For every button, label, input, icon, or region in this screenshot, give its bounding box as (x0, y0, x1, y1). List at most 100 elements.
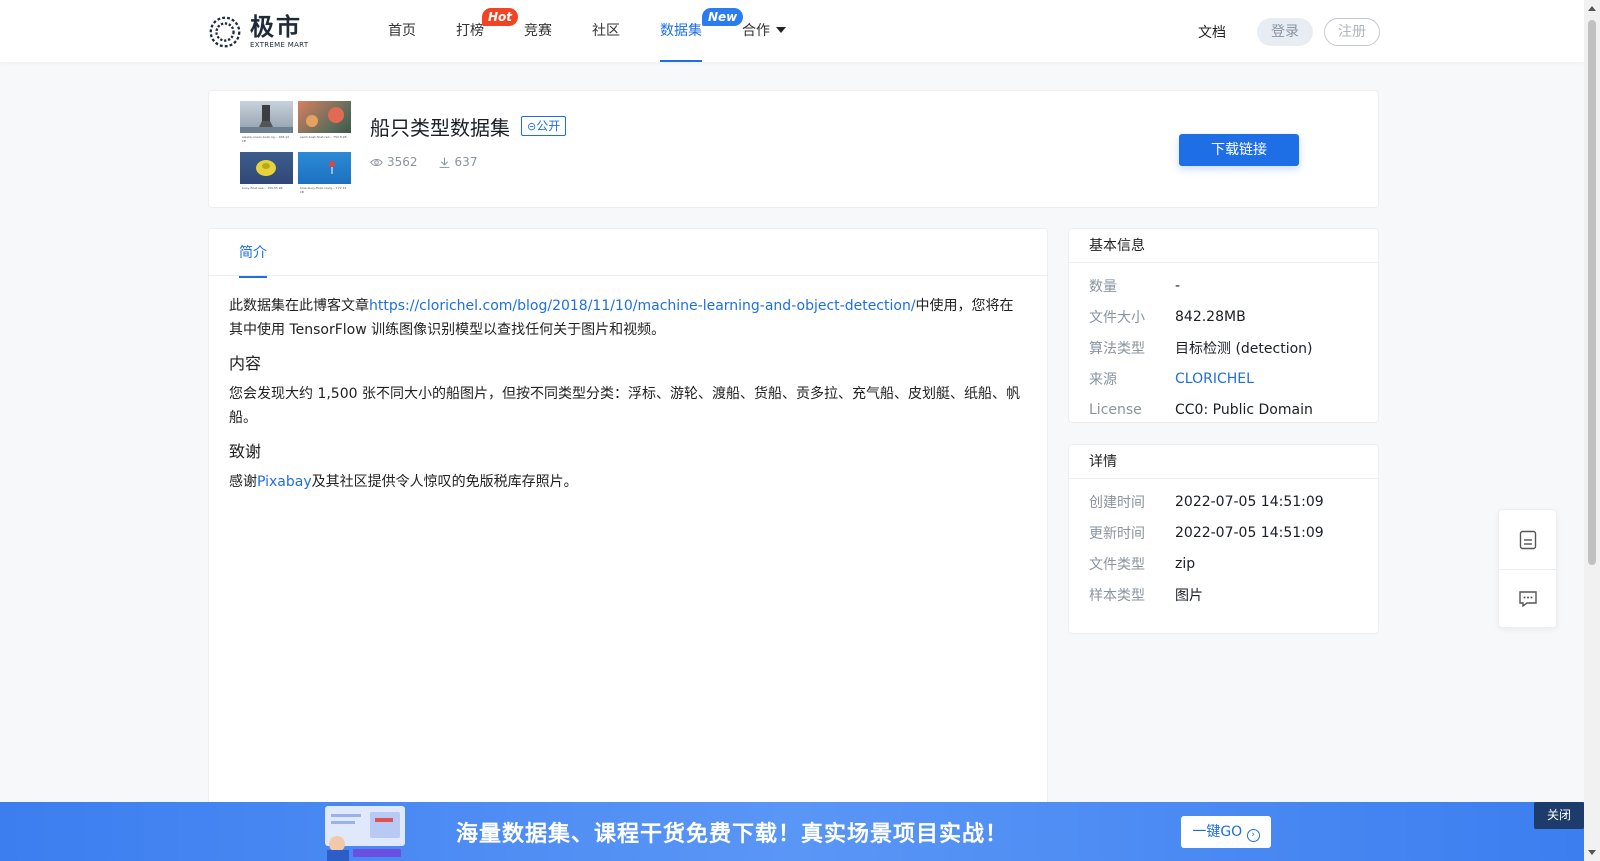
feedback-button[interactable] (1499, 569, 1556, 628)
banner-button-label: 一键GO (1192, 824, 1243, 840)
nav-label: 社区 (592, 23, 620, 39)
info-row-updated: 更新时间 2022-07-05 14:51:09 (1069, 517, 1378, 548)
banner-go-button[interactable]: 一键GO › (1181, 816, 1271, 848)
scroll-up-icon[interactable] (1588, 6, 1596, 11)
thumbnail-image: blue-buoy-float-navig... 172.15 kB (298, 152, 351, 198)
info-key: 算法类型 (1089, 340, 1145, 357)
buoy-rig-image (240, 105, 293, 133)
basic-info-panel: 基本信息 数量 - 文件大小 842.28MB 算法类型 目标检测 (detectio… (1068, 228, 1379, 423)
info-row-size: 文件大小 842.28MB (1069, 301, 1378, 332)
basic-info-title: 基本信息 (1069, 229, 1378, 263)
pixabay-link[interactable]: Pixabay (257, 474, 312, 490)
download-icon (439, 157, 449, 168)
nav-label: 首页 (388, 23, 416, 39)
dataset-header-card: alaska-ocean-boat-rig... 168.13 kB sport… (208, 90, 1379, 208)
nav-label: 数据集 (660, 23, 702, 39)
logo-mark-icon (209, 16, 241, 48)
views-stat: 3562 (370, 155, 418, 169)
floating-toolbar (1498, 509, 1557, 628)
banner-close-button[interactable]: 关闭 (1534, 802, 1584, 829)
banner-text: 海量数据集、课程干货免费下载！真实场景项目实战！ (456, 822, 1009, 847)
dataset-title: 船只类型数据集 (370, 116, 510, 140)
tab-bar: 简介 (209, 229, 1047, 278)
info-key: 来源 (1089, 371, 1117, 388)
info-key: 更新时间 (1089, 525, 1145, 542)
info-row-license: License CC0: Public Domain (1069, 394, 1378, 425)
info-row-sample-type: 样本类型 图片 (1069, 579, 1378, 610)
thumbnail-caption: alaska-ocean-boat-rig... 168.13 kB (240, 133, 293, 147)
content-paragraph: 您会发现大约 1,500 张不同大小的船图片，但按不同类型分类：浮标、游轮、渡船… (229, 386, 1020, 426)
nav-label: 竞赛 (524, 23, 552, 39)
info-value: 2022-07-05 14:51:09 (1175, 524, 1324, 541)
blog-link[interactable]: https://clorichel.com/blog/2018/11/10/ma… (369, 298, 916, 314)
nav-item-competition[interactable]: 竞赛 (524, 0, 552, 62)
banner-illustration (325, 806, 405, 861)
info-row-source: 来源 CLORICHEL (1069, 363, 1378, 394)
yellow-buoy-image (256, 160, 276, 176)
top-header: 极市 EXTREME MART 首页 打榜 Hot 竞赛 社区 数据集 New 合作… (0, 0, 1584, 62)
intro-panel: 简介 此数据集在此博客文章https://clorichel.com/blog/… (208, 228, 1048, 861)
details-panel: 详情 创建时间 2022-07-05 14:51:09 更新时间 2022-07-0… (1068, 444, 1379, 634)
nav-item-community[interactable]: 社区 (592, 0, 620, 62)
thumbnail-caption: blue-buoy-float-navig... 172.15 kB (298, 184, 351, 198)
site-logo[interactable]: 极市 EXTREME MART (206, 13, 308, 51)
info-value: 目标检测 (detection) (1175, 340, 1313, 357)
details-title: 详情 (1069, 445, 1378, 479)
info-key: 文件类型 (1089, 556, 1145, 573)
docs-link[interactable]: 文档 (1198, 22, 1226, 42)
info-key: 数量 (1089, 278, 1117, 295)
new-badge: New (702, 8, 744, 26)
visibility-tag: ⊝公开 (521, 116, 567, 136)
promo-banner: 海量数据集、课程干货免费下载！真实场景项目实战！ 一键GO › (0, 802, 1584, 861)
tab-intro[interactable]: 简介 (239, 242, 267, 278)
content-heading: 内容 (229, 354, 262, 373)
thumbnail-caption: sport-boat-float-red... 750.8 kB (298, 133, 351, 147)
thumbnail-caption: buoy-float-sea... 156.55 kB (240, 184, 293, 198)
dataset-stats: 3562 637 (370, 155, 497, 169)
intro-content: 此数据集在此博客文章https://clorichel.com/blog/201… (209, 276, 1047, 512)
lock-icon: ⊝ (527, 120, 537, 133)
nav-label: 合作 (742, 23, 770, 39)
register-button[interactable]: 注册 (1324, 18, 1380, 46)
nav-item-cooperation[interactable]: 合作 (742, 0, 786, 62)
nav-item-home[interactable]: 首页 (388, 0, 416, 62)
views-count: 3562 (387, 155, 418, 169)
thumbnail-image: buoy-float-sea... 156.55 kB (240, 152, 293, 198)
info-row-algorithm: 算法类型 目标检测 (detection) (1069, 332, 1378, 363)
thanks-heading: 致谢 (229, 442, 262, 461)
nav-item-datasets[interactable]: 数据集 New (660, 0, 744, 62)
chat-icon (1518, 591, 1537, 608)
info-key: 样本类型 (1089, 587, 1145, 604)
eye-icon (370, 158, 383, 166)
thumbnail-image: alaska-ocean-boat-rig... 168.13 kB (240, 101, 293, 147)
info-key: 文件大小 (1089, 309, 1145, 326)
download-link-button[interactable]: 下载链接 (1179, 134, 1299, 166)
info-value: 842.28MB (1175, 308, 1246, 325)
info-key: License (1089, 401, 1142, 418)
info-key: 创建时间 (1089, 494, 1145, 511)
dataset-thumbnails: alaska-ocean-boat-rig... 168.13 kB sport… (240, 101, 352, 198)
scroll-thumb[interactable] (1588, 20, 1596, 565)
thanks-paragraph: 感谢Pixabay及其社区提供令人惊叹的免版税库存照片。 (229, 470, 1027, 494)
info-value: - (1175, 277, 1181, 294)
text: 此数据集在此博客文章 (229, 298, 369, 314)
logo-cn-text: 极市 (250, 13, 302, 41)
info-row-count: 数量 - (1069, 270, 1378, 301)
downloads-count: 637 (454, 155, 478, 169)
page-scrollbar[interactable] (1584, 0, 1600, 861)
thumbnail-image: sport-boat-float-red... 750.8 kB (298, 101, 351, 147)
downloads-stat: 637 (438, 155, 478, 169)
logo-en-text: EXTREME MART (250, 41, 309, 49)
arrow-circle-icon: › (1246, 829, 1260, 842)
nav-item-leaderboard[interactable]: 打榜 Hot (456, 0, 519, 62)
info-value: zip (1175, 555, 1196, 572)
login-button[interactable]: 登录 (1257, 18, 1313, 46)
notes-button[interactable] (1499, 510, 1556, 569)
float-image (306, 107, 344, 127)
scroll-down-icon[interactable] (1588, 850, 1596, 855)
nav-label: 打榜 (456, 23, 484, 39)
visibility-label: 公开 (536, 119, 561, 133)
source-link[interactable]: CLORICHEL (1175, 371, 1254, 387)
sea-buoy-image (329, 161, 335, 174)
document-icon (1519, 530, 1536, 549)
